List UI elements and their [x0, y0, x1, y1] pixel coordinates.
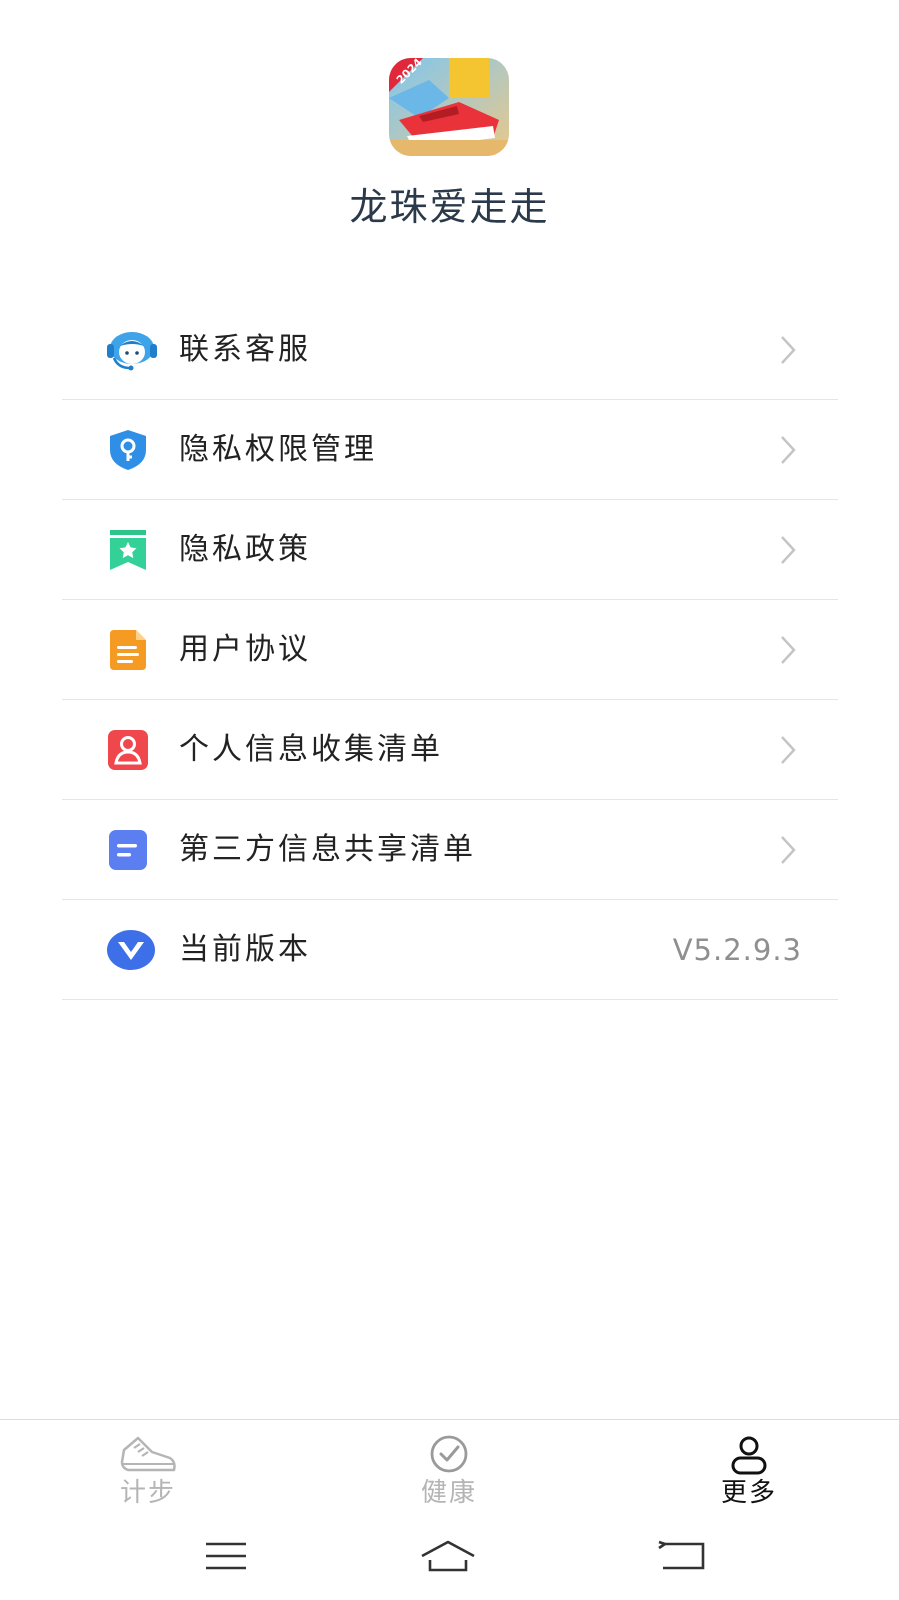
back-icon[interactable] — [655, 1534, 715, 1578]
menu-item-label: 第三方信息共享清单 — [179, 832, 476, 867]
version-value: V5.2.9.3 — [672, 933, 802, 967]
sneaker-icon — [118, 1434, 178, 1476]
user-badge-icon — [106, 728, 150, 772]
tab-steps[interactable]: 计步 — [88, 1434, 208, 1514]
menu-item-privacy-permissions[interactable]: 隐私权限管理 — [62, 400, 838, 500]
menu-item-current-version[interactable]: 当前版本 V5.2.9.3 — [62, 900, 838, 1000]
menu-item-privacy-policy[interactable]: 隐私政策 — [62, 500, 838, 600]
tab-label: 更多 — [720, 1478, 777, 1508]
app-header: 2024 龙珠爱走走 — [0, 0, 899, 270]
heart-check-icon — [419, 1434, 479, 1476]
menu-item-label: 联系客服 — [179, 332, 311, 367]
version-v-icon — [106, 928, 155, 972]
menu-item-label: 当前版本 — [179, 932, 311, 967]
customer-service-icon — [106, 328, 157, 372]
menu-item-label: 隐私政策 — [179, 532, 311, 567]
menu-item-label: 个人信息收集清单 — [179, 732, 443, 767]
menu-item-label: 隐私权限管理 — [179, 432, 377, 467]
menu-item-personal-info-list[interactable]: 个人信息收集清单 — [62, 700, 838, 800]
shield-key-icon — [106, 428, 150, 472]
home-icon[interactable] — [418, 1534, 478, 1578]
menu-lines-icon[interactable] — [196, 1534, 256, 1578]
note-icon — [106, 828, 150, 872]
tab-label: 健康 — [420, 1478, 477, 1508]
app-name: 龙珠爱走走 — [349, 185, 550, 229]
chevron-right-icon — [778, 334, 798, 366]
user-icon — [719, 1434, 779, 1476]
document-icon — [106, 628, 150, 672]
chevron-right-icon — [778, 834, 798, 866]
bottom-tab-bar: 计步 健康 更多 — [0, 1419, 899, 1515]
tab-health[interactable]: 健康 — [389, 1434, 509, 1514]
system-navigation-bar — [0, 1514, 899, 1600]
more-page: 2024 龙珠爱走走 联系客服 隐私权限管理 隐私政策 用户协议 个人信息收集清… — [0, 0, 899, 1600]
menu-item-label: 用户协议 — [179, 632, 311, 667]
chevron-right-icon — [778, 634, 798, 666]
tab-more[interactable]: 更多 — [689, 1434, 809, 1514]
menu-item-user-agreement[interactable]: 用户协议 — [62, 600, 838, 700]
chevron-right-icon — [778, 734, 798, 766]
tab-label: 计步 — [119, 1478, 176, 1508]
chevron-right-icon — [778, 434, 798, 466]
menu-item-third-party-sharing[interactable]: 第三方信息共享清单 — [62, 800, 838, 900]
settings-menu: 联系客服 隐私权限管理 隐私政策 用户协议 个人信息收集清单 第三方信息共享清单… — [62, 300, 838, 1000]
app-logo-icon: 2024 — [389, 58, 509, 156]
chevron-right-icon — [778, 534, 798, 566]
menu-item-customer-service[interactable]: 联系客服 — [62, 300, 838, 400]
bookmark-star-icon — [106, 528, 150, 572]
